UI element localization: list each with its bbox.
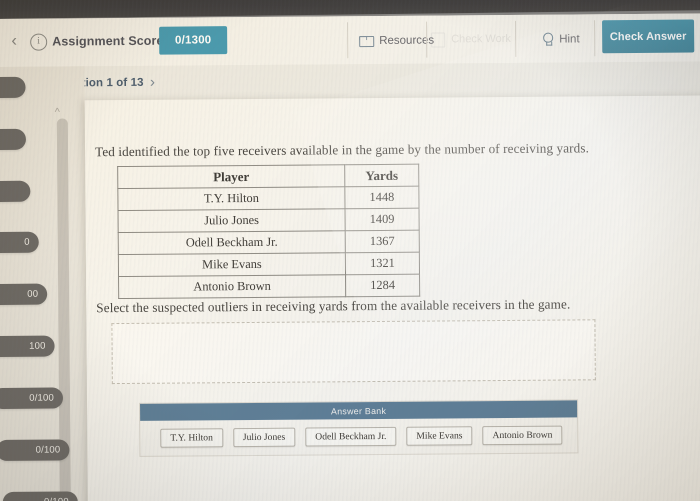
question-nav-bar: ‹ Question 1 of 13 › (0, 61, 700, 101)
assignment-score-badge: 0/1300 (159, 26, 228, 55)
question-score-pill[interactable] (0, 128, 27, 151)
answer-bank-tile[interactable]: Antonio Brown (482, 425, 563, 446)
answer-bank-tile[interactable]: Julio Jones (232, 427, 296, 448)
question-list-sidebar: ^ 0001000/1000/1000/100 (0, 66, 88, 501)
cell-yards: 1448 (344, 186, 419, 209)
answer-bank: Answer Bank T.Y. Hilton Julio Jones Odell … (139, 399, 579, 457)
toolbar-divider (594, 20, 596, 57)
cell-player: Antonio Brown (118, 274, 346, 299)
resources-button[interactable]: Resources (359, 30, 434, 53)
screen-content: ‹ i Assignment Score: 0/1300 Resources C… (0, 13, 700, 501)
toolbar-divider (347, 22, 349, 59)
photo-of-screen: ‹ i Assignment Score: 0/1300 Resources C… (0, 0, 700, 501)
folder-icon (359, 36, 373, 47)
next-question-button[interactable]: › (144, 74, 160, 92)
app-toolbar: ‹ i Assignment Score: 0/1300 Resources C… (0, 13, 700, 67)
answer-bank-tile[interactable]: Mike Evans (406, 426, 473, 446)
column-header-player: Player (117, 164, 345, 189)
table-row: T.Y. Hilton 1448 (117, 186, 419, 211)
question-score-pill[interactable] (0, 180, 31, 203)
question-score-pill[interactable]: 0/100 (0, 439, 70, 461)
cell-player: Julio Jones (118, 208, 346, 233)
cell-player: T.Y. Hilton (117, 186, 346, 211)
receivers-table: Player Yards T.Y. Hilton 1448 Julio Jones 1… (117, 164, 420, 299)
table-header-row: Player Yards (117, 164, 419, 189)
answer-drop-zone[interactable] (111, 319, 596, 385)
back-chevron-icon[interactable]: ‹ (6, 31, 22, 50)
table-row: Antonio Brown 1284 (118, 274, 420, 299)
lightbulb-icon (542, 33, 553, 47)
clipboard-icon (431, 31, 446, 48)
cell-yards: 1409 (345, 208, 420, 231)
question-score-pill[interactable]: 0/100 (0, 387, 64, 410)
check-work-button-disabled: Check Work (431, 26, 553, 53)
cell-yards: 1321 (345, 252, 420, 275)
table-row: Julio Jones 1409 (118, 208, 420, 233)
cell-yards: 1284 (345, 274, 420, 297)
assignment-score-label: Assignment Score: (52, 33, 168, 49)
cell-player: Mike Evans (118, 252, 346, 277)
check-work-label: Check Work (451, 32, 511, 46)
question-prompt: Select the suspected outliers in receivi… (96, 296, 571, 316)
hint-label: Hint (559, 33, 580, 46)
column-header-yards: Yards (344, 164, 419, 187)
question-score-pill[interactable]: 0/100 (2, 491, 78, 501)
question-score-pill[interactable]: 100 (0, 335, 55, 358)
cell-yards: 1367 (345, 230, 420, 253)
check-answer-button[interactable]: Check Answer (602, 19, 695, 54)
answer-bank-tile[interactable]: Odell Beckham Jr. (305, 426, 397, 447)
question-score-pill[interactable]: 00 (0, 283, 48, 306)
toolbar-divider (426, 21, 428, 58)
answer-bank-tiles: T.Y. Hilton Julio Jones Odell Beckham Jr. M… (140, 417, 597, 456)
answer-bank-tile[interactable]: T.Y. Hilton (160, 428, 223, 448)
question-content-panel: Ted identified the top five receivers av… (84, 95, 700, 501)
question-score-pill[interactable] (0, 76, 26, 99)
table-row: Mike Evans 1321 (118, 252, 420, 277)
table-row: Odell Beckham Jr. 1367 (118, 230, 420, 255)
question-stem: Ted identified the top five receivers av… (94, 140, 590, 160)
info-icon[interactable]: i (30, 33, 48, 51)
scroll-up-caret-icon[interactable]: ^ (55, 106, 60, 118)
hint-button[interactable]: Hint (542, 28, 580, 50)
cell-player: Odell Beckham Jr. (118, 230, 346, 255)
question-score-pill[interactable]: 0 (0, 231, 39, 254)
